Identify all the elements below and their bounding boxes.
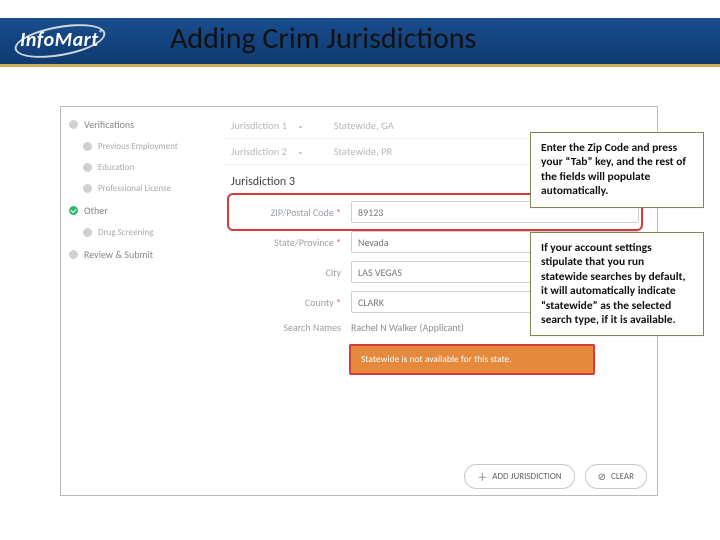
page-title: Adding Crim Jurisdictions <box>170 20 476 57</box>
county-label: County * <box>231 296 341 309</box>
button-row: ＋ ADD JURISDICTION ⊘ CLEAR <box>381 464 647 489</box>
sidebar-item-label: Other <box>84 204 108 217</box>
jurisdiction-label: Jurisdiction 2 <box>231 145 287 158</box>
logo: InfoMart® <box>14 14 154 66</box>
bullet-icon <box>83 184 92 193</box>
sidebar-item[interactable]: Drug Screening <box>65 222 213 243</box>
sidebar-item[interactable]: Previous Employment <box>65 136 213 157</box>
button-label: ADD JURISDICTION <box>492 471 561 482</box>
bullet-icon <box>83 228 92 237</box>
bullet-icon <box>83 163 92 172</box>
callout-zip-tab: Enter the Zip Code and press your “Tab” … <box>530 132 704 208</box>
statewide-warning: Statewide is not available for this stat… <box>349 344 595 375</box>
clear-button[interactable]: ⊘ CLEAR <box>585 464 647 489</box>
sidebar-item-label: Previous Employment <box>98 141 178 152</box>
sidebar-item[interactable]: Education <box>65 157 213 178</box>
sidebar-item[interactable]: Verifications <box>65 113 213 136</box>
sidebar-item-label: Professional License <box>98 183 171 194</box>
button-label: CLEAR <box>611 471 634 482</box>
add-jurisdiction-button[interactable]: ＋ ADD JURISDICTION <box>464 464 574 489</box>
slide: InfoMart® Adding Crim Jurisdictions Veri… <box>0 0 720 540</box>
names-label: Search Names <box>231 321 341 334</box>
sidebar-item-label: Education <box>98 162 134 173</box>
city-label: City <box>231 266 341 279</box>
bullet-icon <box>69 120 78 129</box>
chevron-down-icon: ⌄ <box>297 147 304 157</box>
sidebar-item-label: Review & Submit <box>84 248 153 261</box>
bullet-icon <box>69 250 78 259</box>
sidebar-item-label: Verifications <box>84 118 134 131</box>
logo-text: InfoMart® <box>20 28 104 52</box>
bullet-icon <box>83 142 92 151</box>
sidebar-item[interactable]: Other <box>65 199 213 222</box>
sidebar: Verifications Previous Employment Educat… <box>61 107 217 495</box>
logo-reg: ® <box>99 28 104 39</box>
logo-name: InfoMart <box>20 28 99 52</box>
slash-circle-icon: ⊘ <box>598 470 606 483</box>
check-icon <box>69 206 78 215</box>
jurisdiction-value: Statewide, PR <box>334 145 393 158</box>
chevron-down-icon: ⌄ <box>297 121 304 131</box>
callout-statewide-default: If your account settings stipulate that … <box>530 232 704 336</box>
plus-icon: ＋ <box>477 469 487 484</box>
state-label: State/Province * <box>231 236 341 249</box>
jurisdiction-label: Jurisdiction 1 <box>231 119 287 132</box>
zip-label: ZIP/Postal Code * <box>231 206 341 219</box>
sidebar-item[interactable]: Review & Submit <box>65 243 213 266</box>
sidebar-item-label: Drug Screening <box>98 227 153 238</box>
sidebar-item[interactable]: Professional License <box>65 178 213 199</box>
jurisdiction-value: Statewide, GA <box>334 119 394 132</box>
